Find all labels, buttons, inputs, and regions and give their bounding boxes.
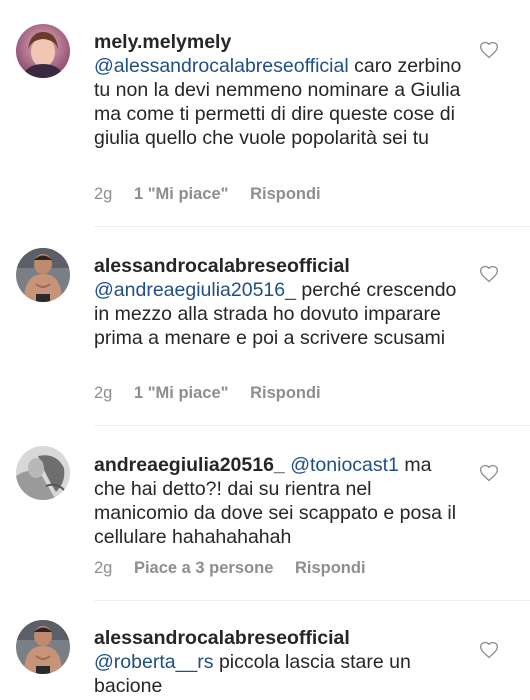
comment-mention[interactable]: @toniocast1 [290, 454, 399, 476]
comment-text: andreaegiulia20516_ @toniocast1 ma che h… [94, 453, 464, 549]
comment-mention[interactable]: @roberta__rs [94, 651, 214, 673]
comment-username[interactable]: andreaegiulia20516_ [94, 454, 285, 476]
comment-time: 2g [94, 559, 113, 577]
comment-username[interactable]: mely.melymely [94, 31, 231, 53]
comment-meta: 2g 1 "Mi piace" Rispondi [94, 185, 338, 204]
heart-outline-icon[interactable] [479, 40, 499, 60]
comment-mention[interactable]: @alessandrocalabreseofficial [94, 55, 349, 77]
comment-meta: 2g Piace a 3 persone Rispondi [94, 559, 383, 578]
avatar-photo [16, 24, 70, 78]
reply-button[interactable]: Rispondi [250, 185, 321, 204]
comment-meta: 2g 1 "Mi piace" Rispondi [94, 384, 338, 403]
comment-username[interactable]: alessandrocalabreseofficial [94, 627, 350, 649]
divider [94, 425, 530, 426]
divider [94, 600, 530, 601]
reply-button[interactable]: Rispondi [250, 384, 321, 403]
comment-username[interactable]: alessandrocalabreseofficial [94, 255, 350, 277]
avatar-photo [16, 446, 70, 500]
comment-mention[interactable]: @andreaegiulia20516_ [94, 279, 296, 301]
avatar[interactable] [16, 620, 70, 674]
avatar[interactable] [16, 24, 70, 78]
comment-time: 2g [94, 384, 113, 402]
comment-text: alessandrocalabreseofficial @roberta__rs… [94, 626, 464, 698]
heart-outline-icon[interactable] [479, 264, 499, 284]
heart-outline-icon[interactable] [479, 640, 499, 660]
comment-time: 2g [94, 185, 113, 203]
avatar-photo [16, 620, 70, 674]
reply-button[interactable]: Rispondi [295, 559, 366, 578]
avatar-photo [16, 248, 70, 302]
comment-likes[interactable]: 1 "Mi piace" [134, 185, 229, 204]
divider [94, 226, 530, 227]
comment-text: alessandrocalabreseofficial @andreaegiul… [94, 254, 464, 350]
avatar[interactable] [16, 446, 70, 500]
comment-likes[interactable]: Piace a 3 persone [134, 559, 273, 578]
avatar[interactable] [16, 248, 70, 302]
comment-text: mely.melymely @alessandrocalabreseoffici… [94, 30, 464, 150]
comment-likes[interactable]: 1 "Mi piace" [134, 384, 229, 403]
heart-outline-icon[interactable] [479, 463, 499, 483]
